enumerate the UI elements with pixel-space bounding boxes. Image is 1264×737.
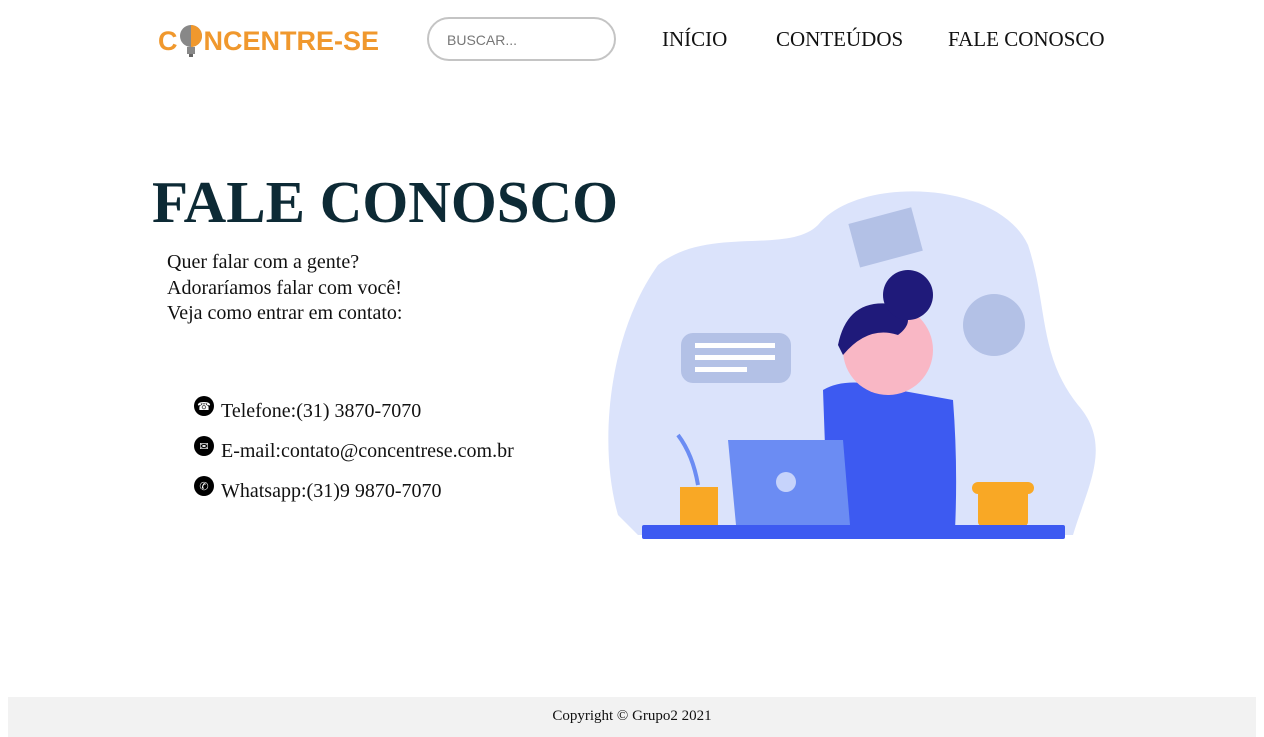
phone-bubble-icon — [963, 294, 1025, 356]
logo[interactable]: C NCENTRE-SE — [158, 24, 379, 58]
contact-whatsapp: ✆ Whatsapp: (31)9 9870-7070 — [194, 476, 442, 503]
logo-c: C — [158, 25, 178, 56]
search-box[interactable] — [427, 17, 616, 61]
contact-value: (31)9 9870-7070 — [306, 480, 442, 502]
contact-value: (31) 3870-7070 — [296, 400, 422, 422]
mail-icon: ✉ — [194, 436, 214, 456]
intro-text: Quer falar com a gente? Adoraríamos fala… — [167, 250, 402, 327]
search-input[interactable] — [445, 31, 609, 49]
contact-email: ✉ E-mail: contato@concentrese.com.br — [194, 436, 514, 463]
contact-label: E-mail: — [221, 440, 281, 462]
intro-line: Veja como entrar em contato: — [167, 302, 403, 324]
chat-bubble-icon — [681, 333, 791, 383]
intro-line: Adoraríamos falar com você! — [167, 276, 402, 299]
bulb-brain-icon — [179, 25, 202, 57]
nav-inicio[interactable]: INÍCIO — [662, 27, 727, 52]
nav-conteudos[interactable]: CONTEÚDOS — [776, 27, 903, 52]
logo-rest: NCENTRE-SE — [203, 25, 380, 56]
contact-illustration — [608, 191, 1096, 539]
contact-label: Telefone: — [221, 400, 297, 422]
telephone — [972, 482, 1034, 526]
copyright-text: Copyright © Grupo2 2021 — [552, 708, 712, 724]
laptop — [728, 440, 850, 525]
contact-value[interactable]: contato@concentrese.com.br — [281, 440, 514, 463]
intro-line: Quer falar com a gente? — [167, 251, 360, 273]
nav-fale-conosco[interactable]: FALE CONOSCO — [948, 27, 1105, 52]
page-title: FALE CONOSCO — [152, 169, 619, 235]
phone-icon: ☎ — [194, 396, 214, 416]
whatsapp-icon: ✆ — [194, 476, 214, 496]
contact-phone: ☎ Telefone: (31) 3870-7070 — [194, 396, 422, 423]
footer: Copyright © Grupo2 2021 — [8, 697, 1256, 737]
contact-label: Whatsapp: — [221, 480, 307, 502]
